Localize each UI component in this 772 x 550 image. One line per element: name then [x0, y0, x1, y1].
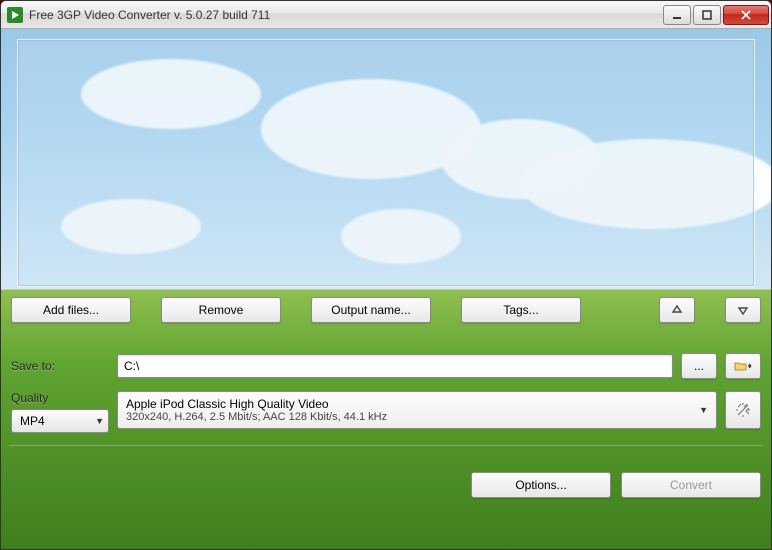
browse-button[interactable]: ... [681, 353, 717, 379]
options-button[interactable]: Options... [471, 472, 611, 498]
quality-label: Quality [11, 391, 109, 405]
format-select-value: MP4 [20, 414, 45, 428]
maximize-button[interactable] [693, 5, 721, 25]
open-folder-button[interactable] [725, 353, 761, 379]
move-down-button[interactable] [725, 297, 761, 323]
format-select[interactable]: MP4 ▼ [11, 409, 109, 433]
edit-preset-button[interactable] [725, 391, 761, 429]
move-up-button[interactable] [659, 297, 695, 323]
app-window: Free 3GP Video Converter v. 5.0.27 build… [0, 0, 772, 550]
minimize-button[interactable] [663, 5, 691, 25]
save-to-label: Save to: [11, 359, 109, 373]
preset-detail: 320x240, H.264, 2.5 Mbit/s; AAC 128 Kbit… [126, 411, 694, 423]
window-title: Free 3GP Video Converter v. 5.0.27 build… [29, 8, 661, 22]
add-files-button[interactable]: Add files... [11, 297, 131, 323]
tags-button[interactable]: Tags... [461, 297, 581, 323]
content-area: Add files... Remove Output name... Tags.… [1, 29, 771, 549]
preset-name: Apple iPod Classic High Quality Video [126, 397, 694, 411]
quality-preset-select[interactable]: Apple iPod Classic High Quality Video 32… [117, 391, 717, 429]
file-list-area[interactable] [17, 39, 755, 287]
output-name-button[interactable]: Output name... [311, 297, 431, 323]
chevron-down-icon: ▼ [95, 416, 104, 426]
remove-button[interactable]: Remove [161, 297, 281, 323]
close-button[interactable] [723, 5, 769, 25]
app-icon [7, 7, 23, 23]
titlebar[interactable]: Free 3GP Video Converter v. 5.0.27 build… [1, 1, 771, 29]
save-path-input[interactable] [117, 354, 673, 378]
chevron-down-icon: ▼ [699, 405, 708, 415]
convert-button[interactable]: Convert [621, 472, 761, 498]
